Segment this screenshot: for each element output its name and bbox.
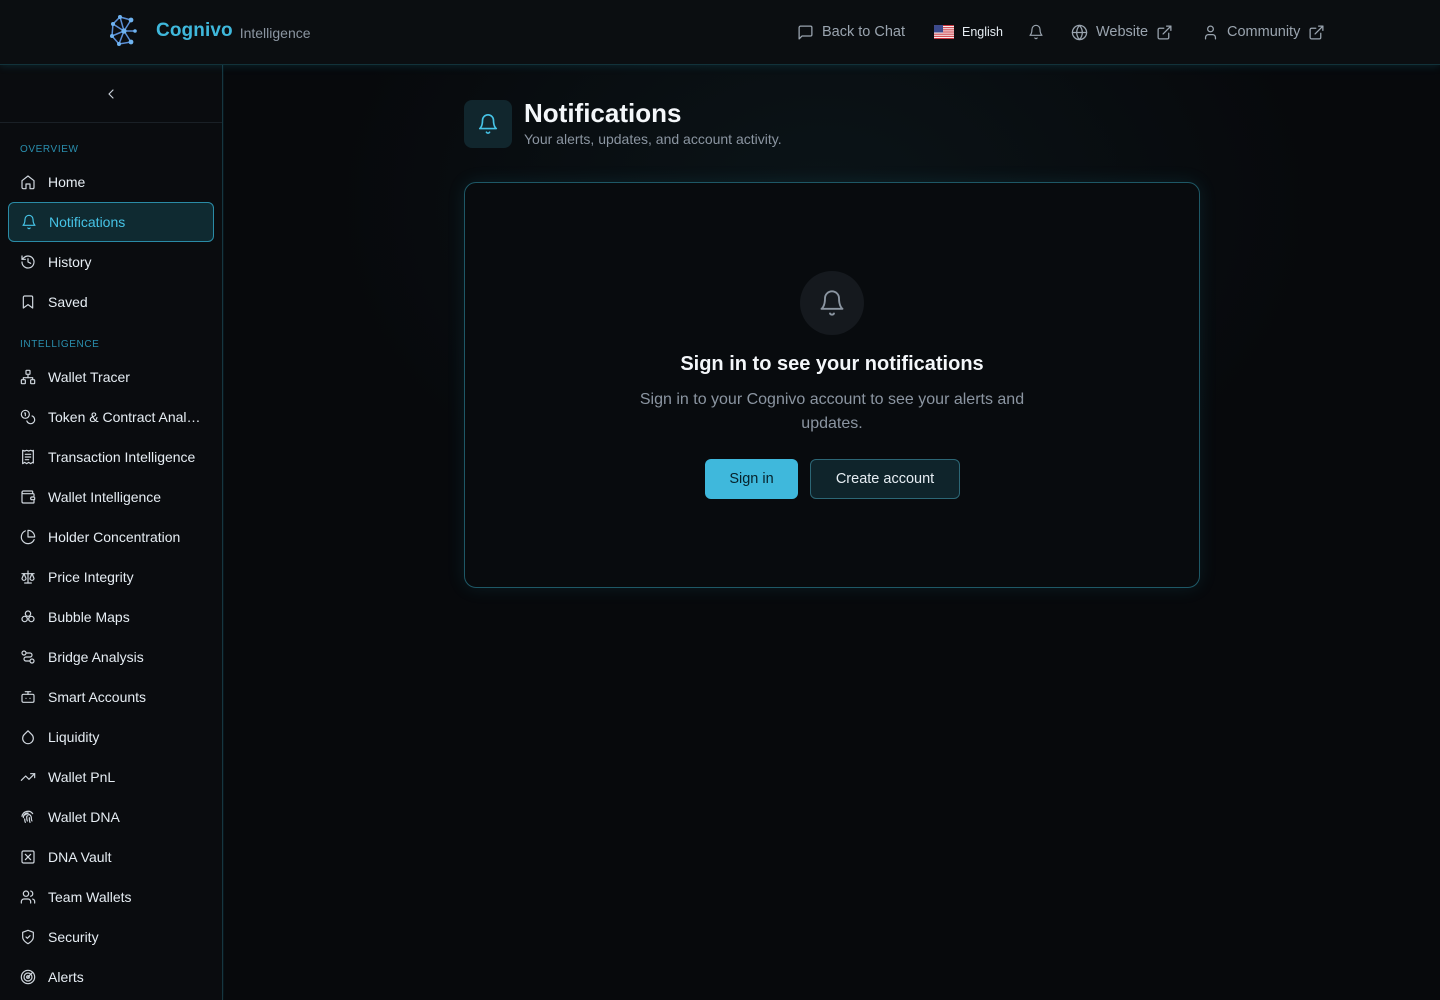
sidebar-item-label: Price Integrity	[48, 569, 134, 585]
create-account-button[interactable]: Create account	[810, 459, 960, 499]
network-icon	[20, 369, 36, 385]
sidebar-item-notifications[interactable]: Notifications	[8, 202, 214, 242]
pie-chart-icon	[20, 529, 36, 545]
external-link-icon	[1309, 24, 1324, 40]
website-link[interactable]: Website	[1071, 24, 1181, 41]
sidebar-item-label: Smart Accounts	[48, 689, 147, 705]
empty-state-icon	[800, 271, 864, 335]
sidebar-item-label: Wallet Intelligence	[48, 489, 162, 505]
globe-icon	[1071, 24, 1088, 40]
sidebar-item-label: Transaction Intelligence	[48, 449, 196, 465]
page-title: Notifications	[524, 98, 682, 128]
sidebar-item-label: History	[48, 254, 92, 270]
sidebar-item-saved[interactable]: Saved	[8, 282, 214, 322]
page-header-icon	[464, 100, 512, 148]
sidebar-item-label: Bubble Maps	[48, 609, 130, 625]
back-to-chat-label: Back to Chat	[822, 24, 906, 40]
sidebar-item-home[interactable]: Home	[8, 162, 214, 202]
sidebar-item-wallet-intelligence[interactable]: Wallet Intelligence	[8, 477, 214, 517]
sidebar-item-wallet-tracer[interactable]: Wallet Tracer	[8, 357, 214, 397]
history-icon	[21, 255, 35, 269]
sidebar-item-transaction-intelligence[interactable]: Transaction Intelligence	[8, 437, 214, 477]
chevron-left-icon[interactable]	[103, 86, 119, 102]
external-link-icon	[1157, 24, 1172, 40]
sidebar-item-label: DNA Vault	[48, 849, 112, 865]
sidebar-item-history[interactable]: History	[8, 242, 214, 282]
bridge-icon	[21, 650, 35, 664]
user-icon	[1204, 24, 1217, 40]
sidebar-item-wallet-dna[interactable]: Wallet DNA	[8, 797, 214, 837]
sidebar-item-label: Bridge Analysis	[48, 649, 144, 665]
sidebar-item-label: Wallet DNA	[48, 809, 120, 825]
sidebar-item-label: Team Wallets	[48, 889, 132, 905]
scale-icon	[21, 570, 35, 584]
section-title-intelligence: INTELLIGENCE	[20, 339, 100, 350]
sidebar-item-label: Wallet Tracer	[48, 369, 130, 385]
sidebar-collapse-row	[0, 65, 222, 123]
sidebar-item-label: Holder Concentration	[48, 529, 181, 545]
sidebar-item-label: Security	[48, 929, 99, 945]
sidebar-item-alerts[interactable]: Alerts	[8, 957, 214, 997]
sidebar-item-token-contract-analysis[interactable]: Token & Contract Analysis	[8, 397, 214, 437]
brand-name: Cognivo	[156, 20, 233, 41]
notifications-empty-card	[464, 182, 1200, 588]
wallet-icon	[21, 490, 36, 504]
sign-in-button[interactable]: Sign in	[705, 459, 798, 499]
sidebar-item-bridge-analysis[interactable]: Bridge Analysis	[8, 637, 214, 677]
sidebar-item-label: Alerts	[48, 969, 84, 985]
logo-icon	[110, 15, 137, 46]
radar-icon	[20, 969, 36, 985]
sidebar-item-label: Notifications	[49, 214, 126, 230]
language-selector[interactable]: English	[934, 25, 1003, 39]
sidebar: OVERVIEW Home Notifications History Save…	[0, 65, 223, 1000]
sidebar-item-label: Liquidity	[48, 729, 100, 745]
sidebar-item-label: Token & Contract Analysis	[48, 409, 211, 425]
sidebar-item-label: Home	[48, 174, 86, 190]
coins-icon	[20, 409, 36, 425]
sidebar-item-label: Wallet PnL	[48, 769, 116, 785]
bell-icon	[22, 214, 36, 230]
community-link[interactable]: Community	[1202, 24, 1333, 41]
us-flag-icon	[934, 25, 954, 39]
home-icon	[21, 175, 35, 190]
community-label: Community	[1227, 24, 1301, 40]
brand-subtitle: Intelligence	[239, 24, 311, 41]
sidebar-item-bubble-maps[interactable]: Bubble Maps	[8, 597, 214, 637]
shield-icon	[22, 929, 34, 945]
bookmark-icon	[22, 295, 34, 309]
message-square-icon	[798, 24, 813, 40]
empty-state-title: Sign in to see your notifications	[680, 353, 984, 375]
bubbles-icon	[21, 610, 35, 623]
sidebar-item-wallet-pnl[interactable]: Wallet PnL	[8, 757, 214, 797]
trending-up-icon	[20, 773, 36, 781]
notifications-bell-button[interactable]	[1028, 24, 1044, 40]
section-title-overview: OVERVIEW	[20, 144, 79, 155]
droplet-icon	[22, 730, 34, 745]
bell-icon	[820, 290, 844, 316]
empty-state-description: Sign in to your Cognivo account to see y…	[639, 391, 1025, 432]
sidebar-item-price-integrity[interactable]: Price Integrity	[8, 557, 214, 597]
website-label: Website	[1096, 24, 1149, 40]
vault-icon	[21, 850, 35, 864]
bell-icon	[1029, 24, 1043, 40]
fingerprint-icon	[21, 810, 34, 823]
sidebar-item-holder-concentration[interactable]: Holder Concentration	[8, 517, 214, 557]
bot-icon	[21, 691, 35, 703]
sidebar-item-dna-vault[interactable]: DNA Vault	[8, 837, 214, 877]
sidebar-item-label: Saved	[48, 294, 88, 310]
sidebar-item-team-wallets[interactable]: Team Wallets	[8, 877, 214, 917]
language-label: English	[962, 25, 1003, 39]
users-icon	[20, 890, 36, 904]
sidebar-item-smart-accounts[interactable]: Smart Accounts	[8, 677, 214, 717]
sidebar-item-liquidity[interactable]: Liquidity	[8, 717, 214, 757]
sidebar-item-security[interactable]: Security	[8, 917, 214, 957]
top-bar: Cognivo Intelligence Back to Chat Englis…	[0, 0, 1440, 65]
bell-icon	[478, 114, 498, 134]
page-subtitle: Your alerts, updates, and account activi…	[524, 131, 782, 147]
back-to-chat-link[interactable]: Back to Chat	[797, 24, 905, 41]
logo[interactable]: Cognivo Intelligence	[108, 14, 311, 48]
receipt-icon	[22, 449, 34, 465]
